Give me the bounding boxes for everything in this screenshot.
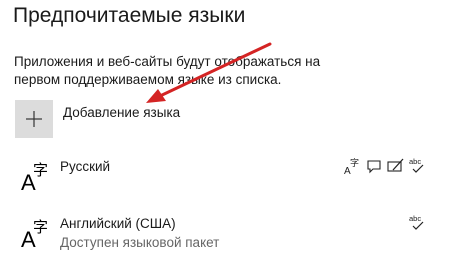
plus-icon [15, 100, 53, 138]
language-status: Доступен языковой пакет [60, 235, 220, 250]
spellcheck-icon: abc [409, 157, 424, 173]
svg-text:abc: abc [409, 214, 421, 223]
svg-text:字: 字 [350, 157, 359, 169]
language-name: Русский [60, 159, 111, 174]
language-name: Английский (США) [60, 216, 176, 231]
display-language-icon: A 字 [344, 157, 359, 177]
svg-text:字: 字 [33, 161, 48, 179]
spellcheck-icon: abc [409, 214, 424, 230]
language-glyph-icon: A 字 [21, 161, 48, 192]
speech-icon [367, 160, 381, 174]
language-item-english-us[interactable]: A 字 Английский (США) Доступен языковой п… [15, 210, 455, 260]
language-item-russian[interactable]: A 字 Русский A 字 abc [15, 153, 455, 203]
svg-text:字: 字 [33, 218, 48, 236]
page-description: Приложения и веб-сайты будут отображатьс… [14, 54, 321, 87]
handwriting-icon [387, 158, 404, 172]
add-language-label: Добавление языка [63, 104, 181, 120]
add-language-button[interactable]: Добавление языка [15, 100, 180, 138]
svg-text:abc: abc [409, 157, 421, 166]
language-glyph-icon: A 字 [21, 218, 48, 249]
page-title: Предпочитаемые языки [13, 4, 246, 27]
